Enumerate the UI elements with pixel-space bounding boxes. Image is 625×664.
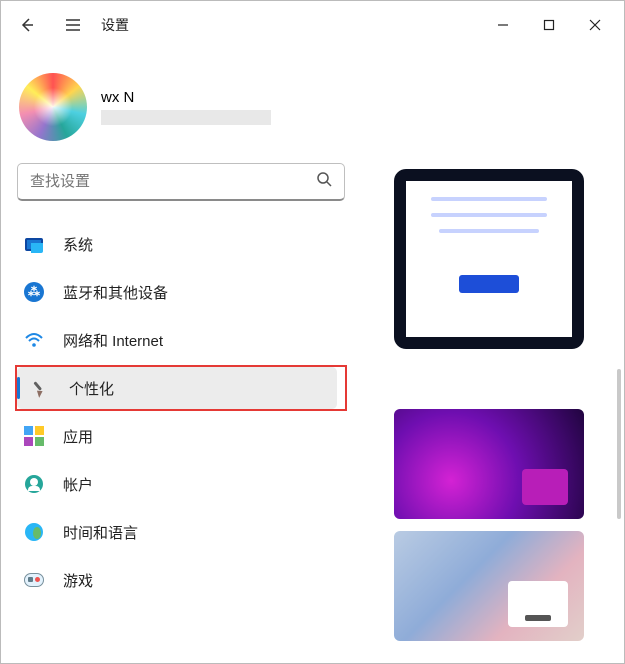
theme-thumbnail[interactable] <box>394 409 584 519</box>
hamburger-button[interactable] <box>53 5 93 45</box>
search-box[interactable] <box>17 163 345 201</box>
avatar <box>19 73 87 141</box>
game-icon <box>23 569 45 591</box>
nav-label: 系统 <box>63 234 93 255</box>
hamburger-icon <box>65 18 81 32</box>
nav-item-time-language[interactable]: 时间和语言 <box>11 511 351 553</box>
highlight-frame: 个性化 <box>15 365 347 411</box>
monitor-icon <box>23 233 45 255</box>
profile-subtext <box>101 110 271 125</box>
settings-window: 设置 wx N <box>0 0 625 664</box>
preview-line <box>439 229 539 233</box>
titlebar: 设置 <box>1 1 624 49</box>
nav-item-system[interactable]: 系统 <box>11 223 351 265</box>
maximize-button[interactable] <box>526 9 572 41</box>
nav-list: 系统 ⁂ 蓝牙和其他设备 网络和 Internet <box>11 223 351 601</box>
nav-label: 帐户 <box>63 474 93 495</box>
nav-label: 应用 <box>63 426 93 447</box>
back-button[interactable] <box>7 5 47 45</box>
preview-button <box>459 275 519 293</box>
scrollbar[interactable] <box>617 369 621 519</box>
profile-text: wx N <box>101 89 271 125</box>
nav-item-bluetooth[interactable]: ⁂ 蓝牙和其他设备 <box>11 271 351 313</box>
close-icon <box>589 19 601 31</box>
preview-line <box>431 213 547 217</box>
apps-icon <box>23 425 45 447</box>
app-title: 设置 <box>101 15 129 35</box>
bluetooth-icon: ⁂ <box>23 281 45 303</box>
titlebar-left: 设置 <box>7 5 129 45</box>
nav-label: 网络和 Internet <box>63 330 163 351</box>
profile-name: wx N <box>101 89 271 106</box>
preview-line <box>431 197 547 201</box>
search-icon <box>316 171 332 192</box>
content-area: wx N 系统 ⁂ 蓝牙和其他设备 <box>1 49 624 663</box>
profile-section[interactable]: wx N <box>11 57 351 163</box>
nav-item-personalization[interactable]: 个性化 <box>17 367 337 409</box>
minimize-icon <box>497 19 509 31</box>
nav-item-accounts[interactable]: 帐户 <box>11 463 351 505</box>
minimize-button[interactable] <box>480 9 526 41</box>
device-preview <box>394 169 584 349</box>
nav-item-gaming[interactable]: 游戏 <box>11 559 351 601</box>
right-pane <box>361 49 624 663</box>
nav-label: 时间和语言 <box>63 522 138 543</box>
brush-icon <box>25 373 56 404</box>
user-icon <box>23 473 45 495</box>
nav-label: 个性化 <box>69 378 114 399</box>
sidebar: wx N 系统 ⁂ 蓝牙和其他设备 <box>1 49 361 663</box>
nav-label: 游戏 <box>63 570 93 591</box>
close-button[interactable] <box>572 9 618 41</box>
search-input[interactable] <box>30 173 316 190</box>
theme-thumbnail[interactable] <box>394 531 584 641</box>
nav-item-apps[interactable]: 应用 <box>11 415 351 457</box>
window-controls <box>480 9 618 41</box>
wifi-icon <box>23 329 45 351</box>
nav-item-network[interactable]: 网络和 Internet <box>11 319 351 361</box>
nav-label: 蓝牙和其他设备 <box>63 282 168 303</box>
globe-icon <box>23 521 45 543</box>
maximize-icon <box>543 19 555 31</box>
back-icon <box>19 17 35 33</box>
